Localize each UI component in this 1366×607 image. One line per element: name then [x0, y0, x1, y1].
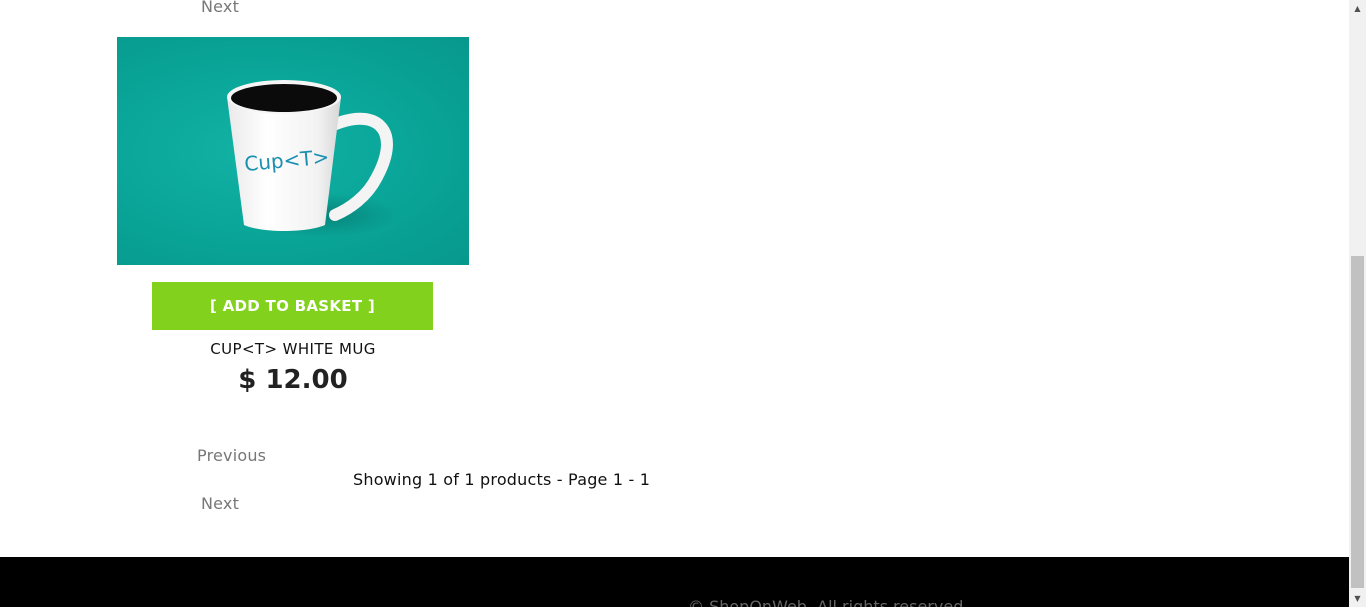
pagination-summary: Showing 1 of 1 products - Page 1 - 1 [353, 470, 651, 489]
product-image[interactable]: Cup<T> [117, 37, 469, 265]
catalog-content: Next Cup<T> [ADD TO BASKET] CUP<T> WHI… [0, 0, 1349, 557]
footer: © ShopOnWeb. All rights reserved. [0, 557, 1349, 607]
add-to-basket-button[interactable]: [ ADD TO BASKET ] [152, 282, 433, 330]
mug-interior [231, 84, 337, 112]
previous-link[interactable]: Previous [197, 446, 266, 465]
product-name: CUP<T> WHITE MUG [210, 340, 376, 358]
footer-copyright: © ShopOnWeb. All rights reserved. [688, 597, 969, 607]
page: Next Cup<T> [ADD TO BASKET] CUP<T> WHI… [0, 0, 1366, 607]
mug-illustration: Cup<T> [227, 80, 397, 237]
product-price: $ 12.00 [238, 365, 348, 395]
scroll-up-arrow-icon[interactable]: ▲ [1349, 0, 1366, 17]
vertical-scrollbar[interactable]: ▲ ▼ [1349, 0, 1366, 607]
scrollbar-thumb[interactable] [1351, 256, 1364, 588]
scroll-down-arrow-icon[interactable]: ▼ [1349, 590, 1366, 607]
bottom-next-link[interactable]: Next [201, 494, 239, 513]
top-next-link[interactable]: Next [201, 0, 239, 16]
